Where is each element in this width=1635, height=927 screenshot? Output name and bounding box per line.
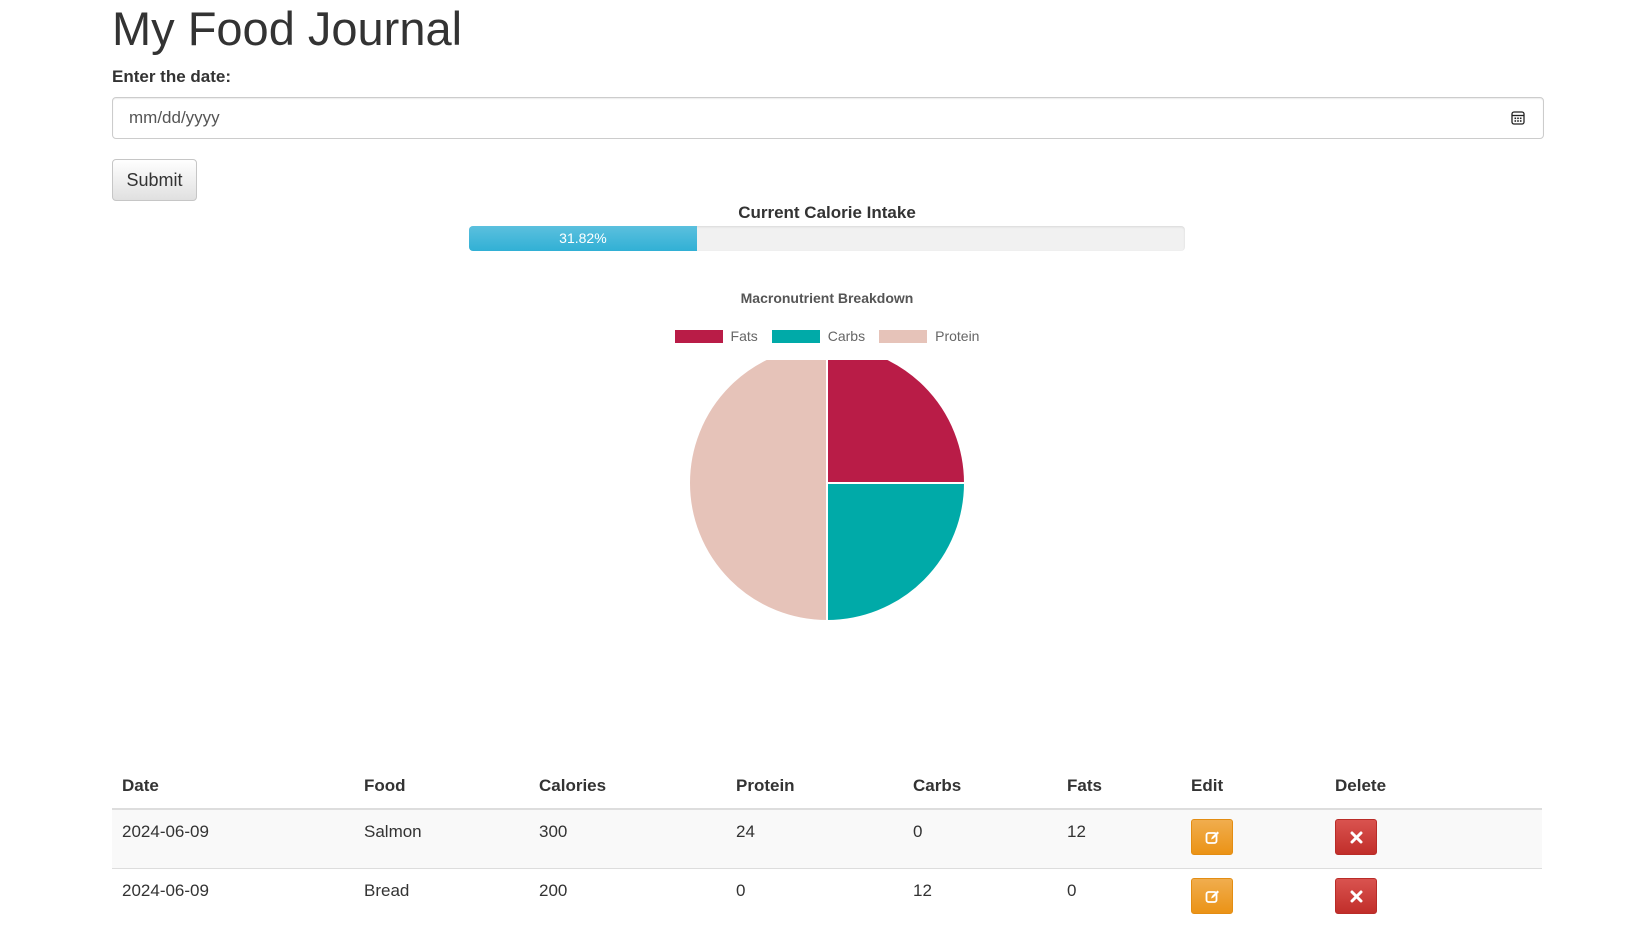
macronutrient-chart: Macronutrient Breakdown Fats Carbs Protein xyxy=(112,280,1542,660)
legend-label: Protein xyxy=(935,328,979,344)
legend-item-carbs[interactable]: Carbs xyxy=(772,328,865,344)
header-protein: Protein xyxy=(726,770,903,809)
legend-swatch xyxy=(772,330,820,343)
table-header-row: Date Food Calories Protein Carbs Fats Ed… xyxy=(112,770,1542,809)
legend-swatch xyxy=(675,330,723,343)
edit-button[interactable] xyxy=(1191,878,1233,914)
date-input[interactable] xyxy=(113,98,1543,138)
delete-button[interactable] xyxy=(1335,878,1377,914)
cell-food: Bread xyxy=(354,869,529,927)
cell-calories: 300 xyxy=(529,809,726,869)
pie-slice-carbs[interactable] xyxy=(827,483,965,621)
legend-item-protein[interactable]: Protein xyxy=(879,328,979,344)
header-carbs: Carbs xyxy=(903,770,1057,809)
legend-item-fats[interactable]: Fats xyxy=(675,328,758,344)
edit-icon xyxy=(1205,889,1220,904)
cell-edit xyxy=(1181,809,1325,869)
cell-food: Salmon xyxy=(354,809,529,869)
cell-delete xyxy=(1325,809,1542,869)
page-title: My Food Journal xyxy=(112,2,462,56)
header-calories: Calories xyxy=(529,770,726,809)
date-label: Enter the date: xyxy=(112,67,231,87)
header-date: Date xyxy=(112,770,354,809)
cell-calories: 200 xyxy=(529,869,726,927)
cell-carbs: 0 xyxy=(903,809,1057,869)
pie-slice-fats[interactable] xyxy=(827,360,965,483)
table-row: 2024-06-09 Bread 200 0 12 0 xyxy=(112,869,1542,927)
calorie-progress-bar: 31.82% xyxy=(469,226,1185,251)
cell-date: 2024-06-09 xyxy=(112,809,354,869)
pie-slice-protein[interactable] xyxy=(689,360,827,621)
cell-delete xyxy=(1325,869,1542,927)
legend-swatch xyxy=(879,330,927,343)
header-delete: Delete xyxy=(1325,770,1542,809)
date-input-wrapper[interactable] xyxy=(112,97,1544,139)
delete-button[interactable] xyxy=(1335,819,1377,855)
header-fats: Fats xyxy=(1057,770,1181,809)
header-food: Food xyxy=(354,770,529,809)
legend-label: Carbs xyxy=(828,328,865,344)
submit-button[interactable]: Submit xyxy=(112,159,197,201)
cell-fats: 0 xyxy=(1057,869,1181,927)
cell-edit xyxy=(1181,869,1325,927)
close-icon xyxy=(1350,890,1363,903)
cell-date: 2024-06-09 xyxy=(112,869,354,927)
chart-title: Macronutrient Breakdown xyxy=(112,290,1542,306)
cell-protein: 24 xyxy=(726,809,903,869)
close-icon xyxy=(1350,831,1363,844)
edit-icon xyxy=(1205,830,1220,845)
header-edit: Edit xyxy=(1181,770,1325,809)
pie-chart xyxy=(672,360,982,670)
edit-button[interactable] xyxy=(1191,819,1233,855)
cell-carbs: 12 xyxy=(903,869,1057,927)
calorie-progress-title: Current Calorie Intake xyxy=(112,203,1542,223)
table-row: 2024-06-09 Salmon 300 24 0 12 xyxy=(112,809,1542,869)
food-table: Date Food Calories Protein Carbs Fats Ed… xyxy=(112,770,1542,927)
chart-legend: Fats Carbs Protein xyxy=(112,328,1542,344)
cell-protein: 0 xyxy=(726,869,903,927)
calorie-progress-fill: 31.82% xyxy=(469,226,697,251)
cell-fats: 12 xyxy=(1057,809,1181,869)
calendar-icon[interactable] xyxy=(1511,110,1525,125)
legend-label: Fats xyxy=(731,328,758,344)
